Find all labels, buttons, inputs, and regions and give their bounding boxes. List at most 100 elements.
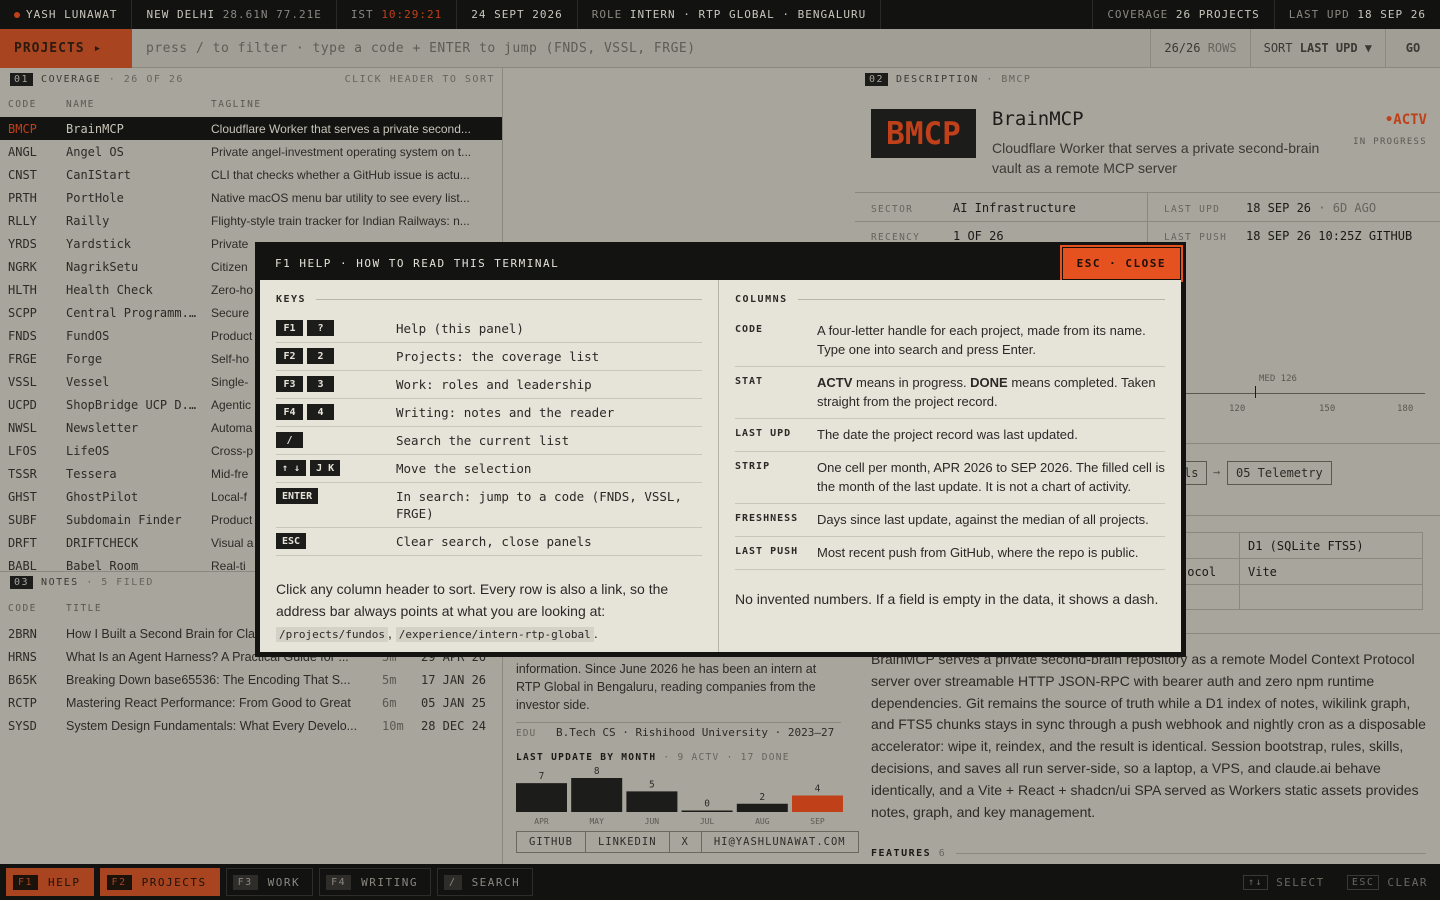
fkey-work-button[interactable]: F3 WORK: [225, 868, 314, 896]
select-hint: ↑↓ SELECT: [1243, 874, 1325, 890]
row-code: ANGL: [8, 144, 37, 159]
row-code: SUBF: [8, 512, 37, 527]
columns-section-title: COLUMNS: [735, 294, 1165, 305]
chart-value-label: 0: [704, 799, 710, 810]
social-link[interactable]: LINKEDIN: [584, 832, 669, 852]
fkey-search-button[interactable]: / SEARCH: [437, 868, 534, 896]
chart-value-label: 4: [815, 784, 821, 795]
location: NEW DELHI 28.61N 77.21E: [132, 0, 337, 29]
row-code: RLLY: [8, 213, 37, 228]
key-combo: F2 2: [276, 348, 396, 364]
chart-value-label: 2: [759, 792, 765, 803]
note-code: 2BRN: [8, 626, 37, 641]
stack-table: s D1 (SQLite FTS5) tocol Vite: [1175, 532, 1423, 610]
col-code[interactable]: CODE: [8, 99, 37, 110]
function-keys: F1 HELP F2 PROJECTS F3 WORK F4 WRITING / SEARCH: [0, 868, 534, 896]
tick-label: 120: [1229, 404, 1246, 414]
chart-bar: [516, 783, 567, 812]
row-code: GHST: [8, 489, 37, 504]
last-update-chart: 7 APR 8 MAY 5 JUN 0 JUL 2 AUG 4 SEP: [516, 766, 843, 826]
key-cap: /: [276, 432, 303, 448]
row-name: Yardstick: [66, 236, 132, 251]
row-code: FNDS: [8, 328, 37, 343]
table-row[interactable]: BMCP BrainMCP Cloudflare Worker that serve…: [0, 117, 502, 140]
clock: IST 10:29:21: [337, 0, 458, 29]
note-minutes: 5m: [382, 672, 397, 687]
key-cap: 3: [307, 376, 334, 392]
fkey-label: SEARCH: [471, 875, 521, 889]
column-row: STAT ACTV means in progress. DONE means c…: [735, 367, 1165, 419]
col-tagline[interactable]: TAGLINE: [211, 99, 491, 110]
row-code: DRFT: [8, 535, 37, 550]
date: 24 SEPT 2026: [457, 0, 578, 29]
row-code: CNST: [8, 167, 37, 182]
arrow-icon: →: [1213, 465, 1221, 479]
table-row[interactable]: ANGL Angel OS Private angel-investment ope…: [0, 140, 502, 163]
sector-row: SECTOR AI Infrastructure: [871, 201, 1076, 215]
lastupd-row: LAST UPD 18 SEP 26 · 6D AGO: [1164, 201, 1377, 215]
table-row[interactable]: CNST CanIStart CLI that checks whether a G…: [0, 163, 502, 186]
row-name: GhostPilot: [66, 489, 139, 504]
key-description: Help (this panel): [396, 321, 524, 336]
freshness-axis: [1185, 393, 1425, 394]
columns-list: CODE A four-letter handle for each projec…: [735, 315, 1165, 570]
chart-category-label: JUN: [645, 817, 660, 826]
column-row: CODE A four-letter handle for each projec…: [735, 315, 1165, 367]
column-description: ACTV means in progress. DONE means compl…: [817, 373, 1165, 411]
col-note-title[interactable]: TITLE: [66, 603, 201, 614]
column-description-part: DONE: [970, 375, 1008, 390]
columns-footnote: No invented numbers. If a field is empty…: [735, 591, 1159, 607]
fkey-help-button[interactable]: F1 HELP: [6, 868, 94, 896]
row-name: Railly: [66, 213, 110, 228]
fkey-projects-button[interactable]: F2 PROJECTS: [99, 868, 220, 896]
stack-value: D1 (SQLite FTS5): [1240, 533, 1422, 559]
note-minutes: 10m: [382, 718, 404, 733]
chart-category-label: AUG: [755, 817, 770, 826]
column-name: FRESHNESS: [735, 513, 799, 524]
social-link[interactable]: HI@YASHLUNAWAT.COM: [700, 832, 858, 852]
table-row[interactable]: RLLY Railly Flighty-style train tracker fo…: [0, 209, 502, 232]
row-code: UCPD: [8, 397, 37, 412]
row-code: NWSL: [8, 420, 37, 435]
column-row: LAST PUSH Most recent push from GitHub, w…: [735, 537, 1165, 570]
key-combo: ↑ ↓ J K: [276, 460, 396, 476]
key-description: Work: roles and leadership: [396, 377, 592, 392]
stack-value: Vite: [1240, 559, 1422, 585]
column-row: FRESHNESS Days since last update, against…: [735, 504, 1165, 537]
bio-text: information. Since June 2026 he has been…: [516, 662, 817, 712]
table-row[interactable]: PRTH PortHole Native macOS menu bar utilit…: [0, 186, 502, 209]
divider: [855, 221, 1440, 222]
social-link[interactable]: X: [668, 832, 701, 852]
social-link[interactable]: GITHUB: [517, 832, 585, 852]
features-header: FEATURES 6: [871, 848, 1426, 859]
col-sector[interactable]: SECTOR: [502, 99, 503, 110]
description-header: 02 DESCRIPTION · BMCP: [865, 73, 1031, 86]
key-combo: F4 4: [276, 404, 396, 420]
time: 10:29:21: [381, 8, 443, 21]
column-name: STAT: [735, 376, 764, 387]
row-code: YRDS: [8, 236, 37, 251]
row-tagline: Flighty-style train tracker for Indian R…: [211, 213, 470, 228]
sort-dropdown[interactable]: SORT LAST UPD ▼: [1249, 28, 1385, 68]
key-description: Projects: the coverage list: [396, 349, 600, 364]
key-row: / Search the current list: [276, 427, 702, 455]
list-item[interactable]: RCTP Mastering React Performance: From Go…: [0, 691, 502, 714]
close-button[interactable]: ESC · CLOSE: [1059, 245, 1184, 282]
note-minutes: 6m: [382, 695, 397, 710]
go-button[interactable]: GO: [1385, 28, 1440, 68]
column-description: A four-letter handle for each project, m…: [817, 323, 1146, 357]
keys-footnote: Click any column header to sort. Every r…: [276, 581, 669, 642]
list-item[interactable]: SYSD System Design Fundamentals: What Eve…: [0, 714, 502, 737]
row-name: CanIStart: [66, 167, 132, 182]
col-note-code[interactable]: CODE: [8, 603, 37, 614]
chart-category-label: MAY: [589, 817, 604, 826]
list-item[interactable]: B65K Breaking Down base65536: The Encodin…: [0, 668, 502, 691]
fkey-label: PROJECTS: [141, 875, 207, 889]
search-input[interactable]: press / to filter · type a code + ENTER …: [132, 41, 1150, 56]
chart-category-label: APR: [534, 817, 549, 826]
projects-button[interactable]: PROJECTS ▸: [0, 28, 132, 68]
col-name[interactable]: NAME: [66, 99, 201, 110]
status-dot-icon: [14, 11, 20, 18]
code-badge: BMCP: [871, 109, 976, 158]
fkey-writing-button[interactable]: F4 WRITING: [319, 868, 432, 896]
